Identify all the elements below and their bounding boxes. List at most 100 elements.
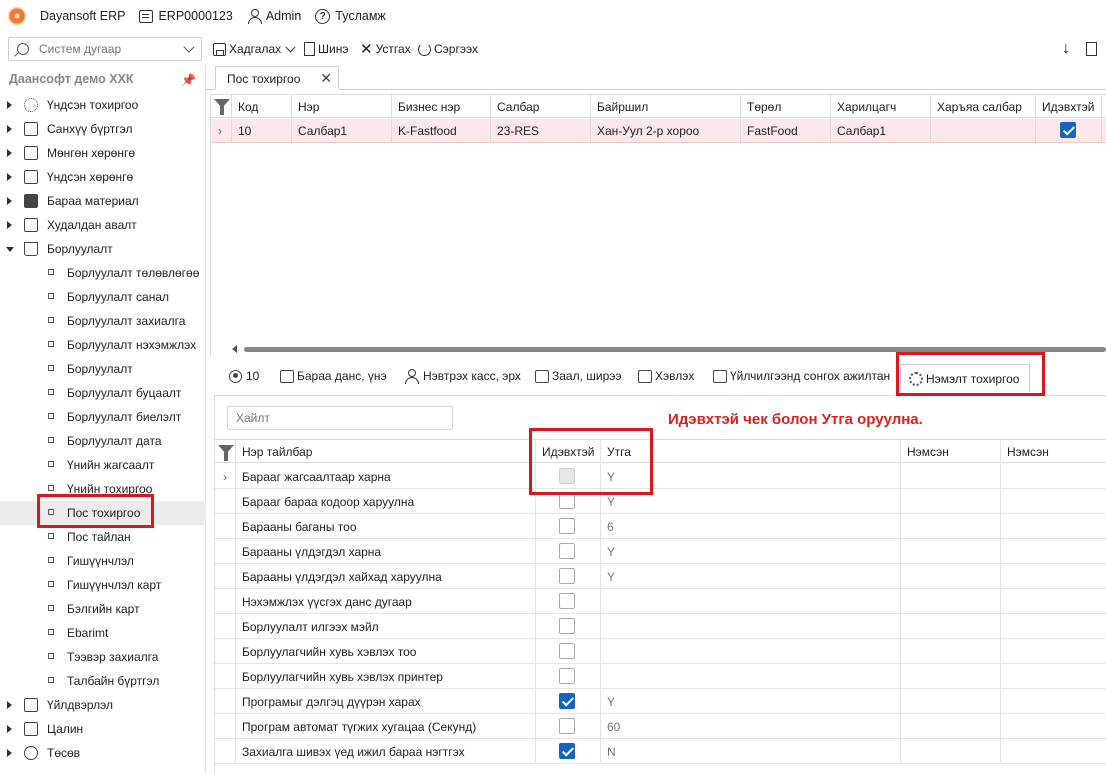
sidebar-subitem[interactable]: Тээвэр захиалга (0, 645, 206, 669)
cell-added[interactable] (901, 539, 1001, 563)
cell-business-name[interactable]: K-Fastfood (392, 119, 491, 142)
active-checkbox[interactable] (559, 718, 575, 734)
cell-name[interactable]: Салбар1 (292, 119, 392, 142)
cell-description[interactable]: Борлуулагчийн хувь хэвлэх принтер (236, 664, 536, 688)
sidebar-subitem[interactable]: Үнийн тохиргоо (0, 477, 206, 501)
cell-added[interactable] (901, 514, 1001, 538)
cell-added[interactable] (901, 639, 1001, 663)
tab-pos-settings[interactable]: Пос тохиргоо ✕ (215, 66, 339, 90)
cell-added[interactable] (1001, 664, 1106, 688)
active-checkbox[interactable] (1060, 122, 1076, 138)
column-header[interactable]: Нэмсэн (1001, 440, 1106, 462)
cell-active[interactable] (536, 689, 601, 713)
cell-type[interactable]: FastFood (741, 119, 831, 142)
row-expand-icon[interactable] (215, 564, 236, 588)
row-expand-icon[interactable] (215, 539, 236, 563)
tab-additional-settings[interactable]: Нэмэлт тохиргоо (900, 364, 1031, 392)
sidebar-subitem[interactable]: Борлуулалт буцаалт (0, 381, 206, 405)
row-expand-icon[interactable] (215, 689, 236, 713)
active-checkbox[interactable] (559, 693, 575, 709)
cell-added[interactable] (1001, 464, 1106, 488)
table-row[interactable]: Барааны үлдэгдэл хайхад харуулна Y (215, 564, 1106, 589)
system-number-search[interactable] (8, 37, 202, 61)
cell-active[interactable] (536, 464, 601, 488)
tab-count[interactable]: 10 (229, 369, 259, 383)
cell-active[interactable] (536, 664, 601, 688)
cell-active[interactable] (536, 739, 601, 763)
active-checkbox[interactable] (559, 543, 575, 559)
new-button[interactable]: Шинэ (304, 40, 348, 58)
sidebar-subitem[interactable]: Гишүүнчлэл карт (0, 573, 206, 597)
row-expand-icon[interactable] (215, 664, 236, 688)
cell-added[interactable] (901, 464, 1001, 488)
sidebar-subitem[interactable]: Борлуулалт төлөвлөгөө (0, 261, 206, 285)
copy-button[interactable] (1086, 40, 1100, 58)
table-row[interactable]: Борлуулагчийн хувь хэвлэх принтер (215, 664, 1106, 689)
table-row[interactable]: Програм автомат түгжих хугацаа (Секунд) 6… (215, 714, 1106, 739)
save-button[interactable]: Хадгалах (213, 40, 300, 58)
cell-active[interactable] (536, 714, 601, 738)
scrollbar-thumb[interactable] (244, 347, 1106, 352)
sidebar-item-production[interactable]: Үйлдвэрлэл (0, 693, 206, 717)
cell-description[interactable]: Борлуулагчийн хувь хэвлэх тоо (236, 639, 536, 663)
sidebar-subitem[interactable]: Гишүүнчлэл (0, 549, 206, 573)
sidebar-subitem[interactable]: Пос тайлан (0, 525, 206, 549)
expand-arrow-icon[interactable] (7, 221, 12, 229)
expand-arrow-icon[interactable] (7, 197, 12, 205)
sidebar-item-payroll[interactable]: Цалин (0, 717, 206, 741)
cell-description[interactable]: Барааны баганы тоо (236, 514, 536, 538)
cell-description[interactable]: Нэхэмжлэх үүсгэх данс дугаар (236, 589, 536, 613)
sidebar-subitem[interactable]: Бэлгийн карт (0, 597, 206, 621)
cell-added[interactable] (1001, 639, 1106, 663)
cell-active[interactable] (536, 489, 601, 513)
cell-added[interactable] (901, 714, 1001, 738)
column-header[interactable]: Идэвхтэй (536, 440, 601, 462)
cell-description[interactable]: Барааны үлдэгдэл хайхад харуулна (236, 564, 536, 588)
column-header[interactable]: Байршил (591, 95, 741, 117)
cell-value[interactable] (601, 639, 901, 663)
table-row[interactable]: Барааны баганы тоо 6 (215, 514, 1106, 539)
cell-added[interactable] (901, 664, 1001, 688)
cell-added[interactable] (1001, 689, 1106, 713)
cell-value[interactable]: Y (601, 689, 901, 713)
column-header[interactable]: Төрөл (741, 95, 831, 117)
active-checkbox[interactable] (559, 743, 575, 759)
cell-value[interactable] (601, 589, 901, 613)
table-row[interactable]: › 10 Салбар1 K-Fastfood 23-RES Хан-Уул 2… (211, 119, 1106, 143)
row-expand-icon[interactable] (215, 514, 236, 538)
cell-added[interactable] (901, 564, 1001, 588)
sidebar-subitem[interactable]: Борлуулалт захиалга (0, 309, 206, 333)
column-header[interactable]: Харилцагч (831, 95, 931, 117)
cell-added[interactable] (901, 489, 1001, 513)
table-row[interactable]: Борлуулагчийн хувь хэвлэх тоо (215, 639, 1106, 664)
cell-added[interactable] (1001, 714, 1106, 738)
tab-service-staff[interactable]: Үйлчилгээнд сонгох ажилтан (713, 369, 890, 383)
close-icon[interactable]: ✕ (320, 70, 332, 87)
column-header[interactable]: Салбар (491, 95, 591, 117)
cell-added[interactable] (1001, 614, 1106, 638)
active-checkbox[interactable] (559, 643, 575, 659)
row-expand-icon[interactable] (215, 739, 236, 763)
download-button[interactable]: ↓ (1062, 40, 1070, 58)
cell-added[interactable] (901, 614, 1001, 638)
sidebar-subitem[interactable]: Борлуулалт дата (0, 429, 206, 453)
sidebar-subitem[interactable]: Талбайн бүртгэл (0, 669, 206, 693)
cell-value[interactable]: Y (601, 464, 901, 488)
table-row[interactable]: Барааг бараа кодоор харуулна Y (215, 489, 1106, 514)
row-expand-icon[interactable]: › (215, 464, 236, 488)
cell-location[interactable]: Хан-Уул 2-р хороо (591, 119, 741, 142)
expand-arrow-icon[interactable] (7, 173, 12, 181)
column-header[interactable]: Бизнес нэр (392, 95, 491, 117)
panel-search-input[interactable] (227, 406, 453, 430)
expand-arrow-icon[interactable] (7, 101, 12, 109)
doc-code-button[interactable]: ERP0000123 (139, 9, 233, 23)
cell-value[interactable]: N (601, 739, 901, 763)
column-header[interactable]: Идэвхтэй (1036, 95, 1102, 117)
column-header[interactable]: Нэр тайлбар (236, 440, 536, 462)
cell-added[interactable] (1001, 489, 1106, 513)
sidebar-item-budget[interactable]: Төсөв (0, 741, 206, 765)
expand-arrow-icon[interactable] (7, 149, 12, 157)
cell-description[interactable]: Програм автомат түгжих хугацаа (Секунд) (236, 714, 536, 738)
expand-arrow-icon[interactable] (7, 725, 12, 733)
active-checkbox[interactable] (559, 618, 575, 634)
